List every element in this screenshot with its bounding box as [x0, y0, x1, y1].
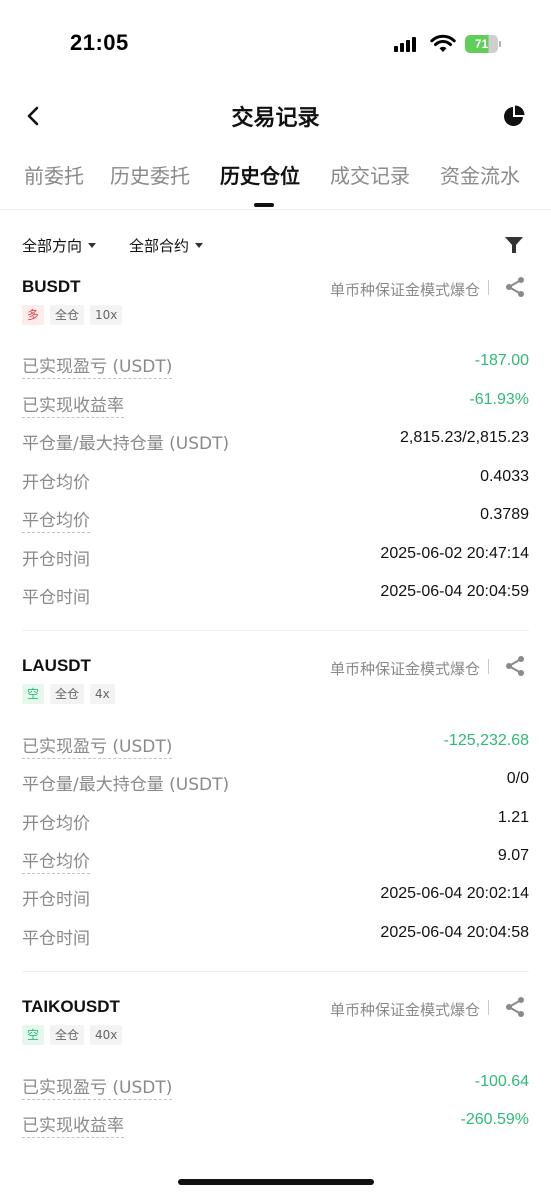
close-time-row: 平仓时间 2025-06-04 20:04:58: [22, 924, 529, 949]
divider: [22, 971, 529, 972]
row-label[interactable]: 已实现收益率: [22, 1111, 124, 1138]
row-label: 平仓量/最大持仓量 (USDT): [22, 775, 230, 795]
row-value: 1.21: [497, 809, 529, 826]
margin-mode-tag: 全仓: [50, 305, 85, 325]
row-value: -260.59%: [460, 1111, 530, 1128]
wifi-icon: [430, 34, 456, 52]
open-time-row: 开仓时间 2025-06-04 20:02:14: [22, 885, 529, 910]
nav-bar: 交易记录: [0, 92, 551, 140]
tab-trade-history[interactable]: 成交记录: [330, 160, 410, 189]
row-label[interactable]: 已实现盈亏 (USDT): [22, 1073, 173, 1100]
share-icon[interactable]: [503, 654, 527, 678]
divider: [0, 209, 551, 210]
filter-icon[interactable]: [503, 234, 525, 256]
row-label: 平仓时间: [22, 929, 90, 949]
realized-pnl-row: 已实现盈亏 (USDT) -187.00: [22, 352, 529, 379]
row-value: 0.3789: [480, 506, 529, 523]
side-tag: 空: [22, 1025, 45, 1045]
battery-level: 71: [474, 37, 489, 51]
close-type: 单币种保证金模式爆仓: [329, 281, 480, 299]
row-label: 开仓均价: [22, 473, 90, 493]
position-tags: 空 全仓 40x: [22, 1025, 123, 1045]
side-tag: 空: [22, 684, 45, 704]
close-type: 单币种保证金模式爆仓: [329, 660, 480, 678]
margin-mode-tag: 全仓: [50, 684, 85, 704]
row-label: 开仓时间: [22, 890, 90, 910]
open-time-row: 开仓时间 2025-06-02 20:47:14: [22, 545, 529, 570]
tab-bar: 前委托 历史委托 历史仓位 成交记录 资金流水: [0, 156, 551, 210]
battery-icon: 71: [465, 35, 501, 53]
pie-chart-icon[interactable]: [502, 104, 526, 128]
tab-funding-flow[interactable]: 资金流水: [440, 160, 520, 189]
position-symbol: BUSDT: [22, 277, 81, 296]
row-value: -187.00: [474, 352, 529, 369]
row-value: 0/0: [506, 770, 529, 787]
row-label[interactable]: 已实现收益率: [22, 391, 124, 418]
row-value: 9.07: [497, 847, 529, 864]
contract-filter-label: 全部合约: [129, 237, 190, 255]
row-value: -100.64: [474, 1073, 529, 1090]
side-tag: 多: [22, 305, 45, 325]
close-avg-price-row: 平仓均价 9.07: [22, 847, 529, 874]
position-symbol: LAUSDT: [22, 656, 91, 675]
row-value: 2025-06-04 20:04:59: [380, 583, 529, 600]
row-value: 2,815.23/2,815.23: [399, 429, 529, 446]
caret-down-icon: [88, 243, 97, 248]
row-label: 开仓时间: [22, 550, 90, 570]
tab-order-history[interactable]: 历史委托: [110, 160, 190, 189]
caret-down-icon: [195, 243, 204, 248]
position-tags: 空 全仓 4x: [22, 684, 115, 704]
cellular-signal-icon: [394, 36, 420, 52]
separator: [488, 280, 489, 295]
leverage-tag: 10x: [90, 305, 123, 325]
tab-current-orders[interactable]: 前委托: [24, 160, 84, 189]
tab-position-history[interactable]: 历史仓位: [220, 160, 300, 189]
position-tags: 多 全仓 10x: [22, 305, 123, 325]
page-title: 交易记录: [231, 106, 320, 131]
row-label: 平仓量/最大持仓量 (USDT): [22, 434, 230, 454]
margin-mode-tag: 全仓: [50, 1025, 85, 1045]
realized-pnl-row: 已实现盈亏 (USDT) -100.64: [22, 1073, 529, 1100]
row-value: 2025-06-04 20:02:14: [380, 885, 529, 902]
close-volume-row: 平仓量/最大持仓量 (USDT) 2,815.23/2,815.23: [22, 429, 529, 454]
row-label: 开仓均价: [22, 814, 90, 834]
status-time: 21:05: [70, 30, 129, 55]
realized-roi-row: 已实现收益率 -260.59%: [22, 1111, 530, 1138]
divider: [22, 630, 529, 631]
row-label: 平仓时间: [22, 588, 90, 608]
row-value: 0.4033: [480, 468, 529, 485]
row-label[interactable]: 已实现盈亏 (USDT): [22, 352, 173, 379]
realized-pnl-row: 已实现盈亏 (USDT) -125,232.68: [22, 732, 529, 759]
realized-roi-row: 已实现收益率 -61.93%: [22, 391, 529, 418]
leverage-tag: 4x: [90, 684, 115, 704]
open-avg-price-row: 开仓均价 1.21: [22, 809, 529, 834]
leverage-tag: 40x: [90, 1025, 123, 1045]
row-label[interactable]: 已实现盈亏 (USDT): [22, 732, 173, 759]
share-icon[interactable]: [503, 995, 527, 1019]
close-avg-price-row: 平仓均价 0.3789: [22, 506, 529, 533]
home-indicator[interactable]: [178, 1179, 374, 1185]
separator: [488, 659, 489, 674]
row-value: -125,232.68: [443, 732, 529, 749]
close-type: 单币种保证金模式爆仓: [329, 1001, 480, 1019]
open-avg-price-row: 开仓均价 0.4033: [22, 468, 529, 493]
row-value: 2025-06-02 20:47:14: [380, 545, 529, 562]
close-time-row: 平仓时间 2025-06-04 20:04:59: [22, 583, 529, 608]
direction-filter-label: 全部方向: [22, 237, 83, 255]
contract-filter[interactable]: 全部合约: [129, 235, 204, 256]
position-symbol: TAIKOUSDT: [22, 997, 120, 1016]
row-value: -61.93%: [469, 391, 529, 408]
separator: [488, 1000, 489, 1015]
scroll-fade: [0, 1140, 551, 1199]
row-label[interactable]: 平仓均价: [22, 506, 90, 533]
share-icon[interactable]: [503, 275, 527, 299]
active-tab-indicator: [254, 203, 274, 207]
row-value: 2025-06-04 20:04:58: [380, 924, 529, 941]
direction-filter[interactable]: 全部方向: [22, 235, 97, 256]
row-label[interactable]: 平仓均价: [22, 847, 90, 874]
close-volume-row: 平仓量/最大持仓量 (USDT) 0/0: [22, 770, 529, 795]
status-bar: 21:05 71: [0, 0, 551, 92]
